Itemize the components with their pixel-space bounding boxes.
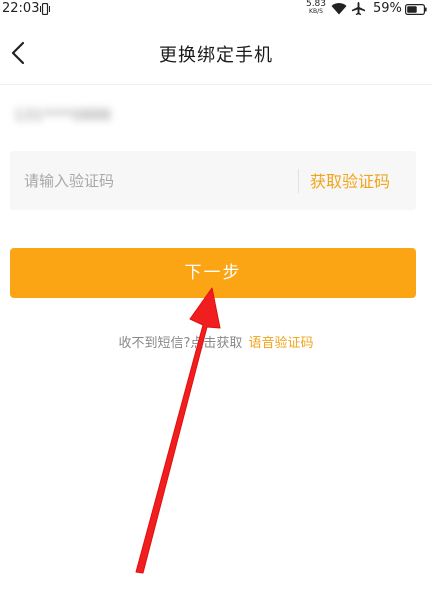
network-speed-value: 5.83 bbox=[305, 0, 327, 9]
verification-code-input[interactable] bbox=[22, 163, 296, 199]
verification-code-row: 获取验证码 bbox=[10, 151, 416, 210]
page-title: 更换绑定手机 bbox=[159, 45, 273, 66]
screen: 22:03 5.83 KB/S 59% 更换绑定手机 131****0888 请… bbox=[0, 0, 432, 589]
network-speed: 5.83 KB/S bbox=[305, 0, 327, 16]
sms-hint: 收不到短信?点击获取 语音验证码 bbox=[0, 332, 432, 351]
next-step-button[interactable]: 下一步 bbox=[10, 248, 416, 298]
status-bar: 22:03 5.83 KB/S 59% bbox=[0, 0, 432, 20]
battery-percent: 59% bbox=[373, 1, 402, 16]
vibrate-icon bbox=[40, 3, 50, 15]
battery-icon bbox=[405, 4, 427, 15]
status-time: 22:03 bbox=[2, 1, 40, 16]
get-code-button[interactable]: 获取验证码 bbox=[310, 168, 390, 192]
nav-header: 更换绑定手机 bbox=[0, 28, 432, 78]
header-divider bbox=[0, 84, 432, 85]
airplane-icon bbox=[351, 1, 366, 16]
sms-hint-text: 收不到短信?点击获取 bbox=[118, 336, 243, 351]
voice-code-link[interactable]: 语音验证码 bbox=[248, 336, 313, 351]
current-phone-number: 131****0888 bbox=[14, 106, 111, 124]
network-speed-unit: KB/S bbox=[309, 8, 323, 15]
code-row-divider bbox=[298, 169, 299, 193]
wifi-icon bbox=[331, 3, 347, 15]
